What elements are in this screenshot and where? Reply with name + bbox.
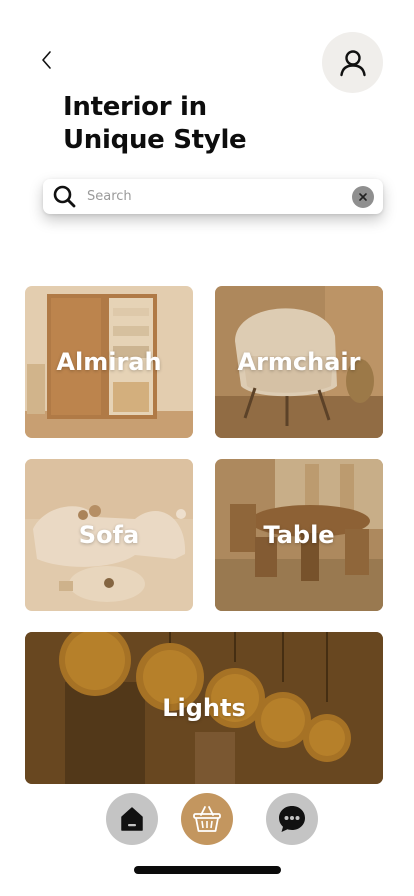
category-label: Table <box>263 521 335 549</box>
category-card-sofa[interactable]: Sofa <box>25 459 193 611</box>
profile-button[interactable] <box>322 32 383 93</box>
search-icon <box>53 185 76 208</box>
category-card-almirah[interactable]: Almirah <box>25 286 193 438</box>
chat-bubble-icon <box>279 806 305 832</box>
home-indicator <box>134 866 281 874</box>
clear-search-button[interactable] <box>352 186 374 208</box>
category-card-table[interactable]: Table <box>215 459 383 611</box>
home-icon <box>121 807 143 831</box>
page-title-line-1: Interior in <box>63 92 207 122</box>
nav-home-button[interactable] <box>106 793 158 845</box>
category-label: Armchair <box>237 348 361 376</box>
search-bar[interactable] <box>43 179 383 214</box>
page-title: Interior in Unique Style <box>63 91 303 157</box>
category-label: Sofa <box>78 521 140 549</box>
nav-chat-button[interactable] <box>266 793 318 845</box>
back-button[interactable] <box>34 46 60 74</box>
search-input[interactable] <box>87 185 347 208</box>
category-label: Almirah <box>56 348 162 376</box>
nav-basket-button[interactable] <box>181 793 233 845</box>
category-card-lights[interactable]: Lights <box>25 632 383 784</box>
chevron-left-icon <box>42 51 51 69</box>
close-icon <box>359 193 367 201</box>
basket-icon <box>193 806 221 832</box>
category-card-armchair[interactable]: Armchair <box>215 286 383 438</box>
user-icon <box>339 49 366 76</box>
page-title-line-2: Unique Style <box>63 125 247 155</box>
category-label: Lights <box>162 694 246 722</box>
